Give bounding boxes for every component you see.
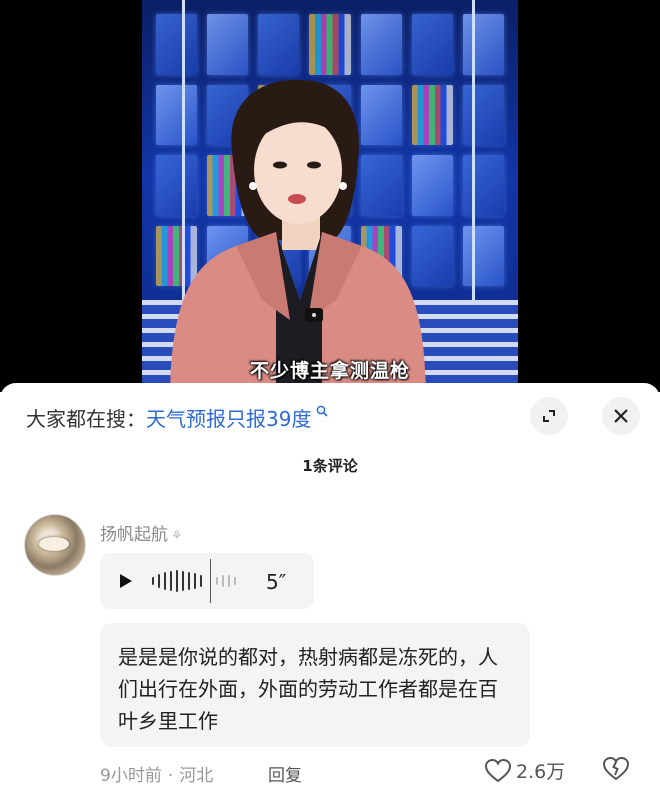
close-icon: [614, 409, 628, 423]
like-button[interactable]: 2.6万: [484, 757, 565, 784]
broken-heart-icon: [602, 756, 630, 781]
dislike-button[interactable]: [602, 756, 630, 786]
comment-time: 9小时前: [100, 766, 162, 786]
search-prefix: 大家都在搜：: [26, 407, 146, 431]
comment-count: 1条评论: [302, 457, 358, 475]
news-anchor-figure: [170, 79, 426, 392]
search-term-link[interactable]: 天气预报只报39度: [146, 407, 311, 431]
video-player[interactable]: 不少博主拿测温枪: [0, 0, 660, 392]
waveform: [152, 569, 236, 593]
avatar[interactable]: [24, 514, 86, 576]
like-count: 2.6万: [516, 761, 566, 783]
comment-location: 河北: [179, 766, 214, 786]
comment-panel: 大家都在搜：天气预报只报39度 1条评论 扬帆起航 ⚘ 5″ 是是是你说的都对，热…: [0, 383, 660, 800]
playback-cursor: [210, 559, 211, 603]
comment-text: 是是是你说的都对，热射病都是冻死的，人们出行在外面，外面的劳动工作者都是在百叶乡…: [100, 623, 530, 747]
voice-duration: 5″: [266, 570, 287, 594]
heart-icon: [484, 758, 512, 782]
comment-meta: 9小时前 · 河北: [100, 766, 214, 786]
play-icon: [120, 574, 132, 588]
video-subtitle: 不少博主拿测温枪: [249, 360, 410, 382]
search-icon: [311, 405, 328, 421]
user-badge-icon: ⚘: [171, 529, 183, 544]
voice-message[interactable]: 5″: [100, 553, 314, 609]
comment-username[interactable]: 扬帆起航 ⚘: [100, 520, 183, 545]
reply-button[interactable]: 回复: [268, 761, 302, 786]
expand-icon: [543, 410, 555, 422]
close-button[interactable]: [602, 397, 640, 435]
trending-search[interactable]: 大家都在搜：天气预报只报39度: [26, 403, 328, 432]
expand-button[interactable]: [530, 397, 568, 435]
